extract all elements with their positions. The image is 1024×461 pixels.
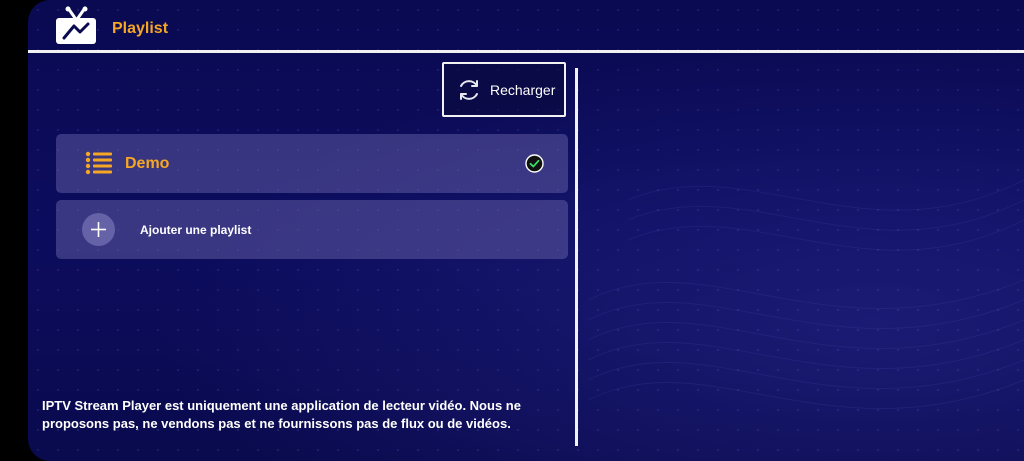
disclaimer-text: IPTV Stream Player est uniquement une ap… [42,398,521,431]
reload-label: Recharger [490,81,556,98]
playlist-label: Demo [125,155,170,172]
add-playlist-label: Ajouter une playlist [140,223,252,237]
page-title: Playlist [112,20,169,37]
plus-icon [91,222,106,237]
tv-antenna-icon [56,6,96,44]
panel-divider [575,68,578,446]
add-playlist-button[interactable]: Ajouter une playlist [56,200,568,259]
reload-button[interactable]: Recharger [442,62,566,117]
refresh-icon [460,79,478,100]
playlist-item-demo[interactable]: Demo [56,134,568,193]
header-divider [28,50,1024,53]
top-bar: Playlist [28,0,1024,52]
check-circle-icon [525,154,544,173]
app-screen: Playlist Recharger Demo Ajouter une play… [28,0,1024,461]
list-icon [85,151,112,175]
add-circle [82,213,115,246]
